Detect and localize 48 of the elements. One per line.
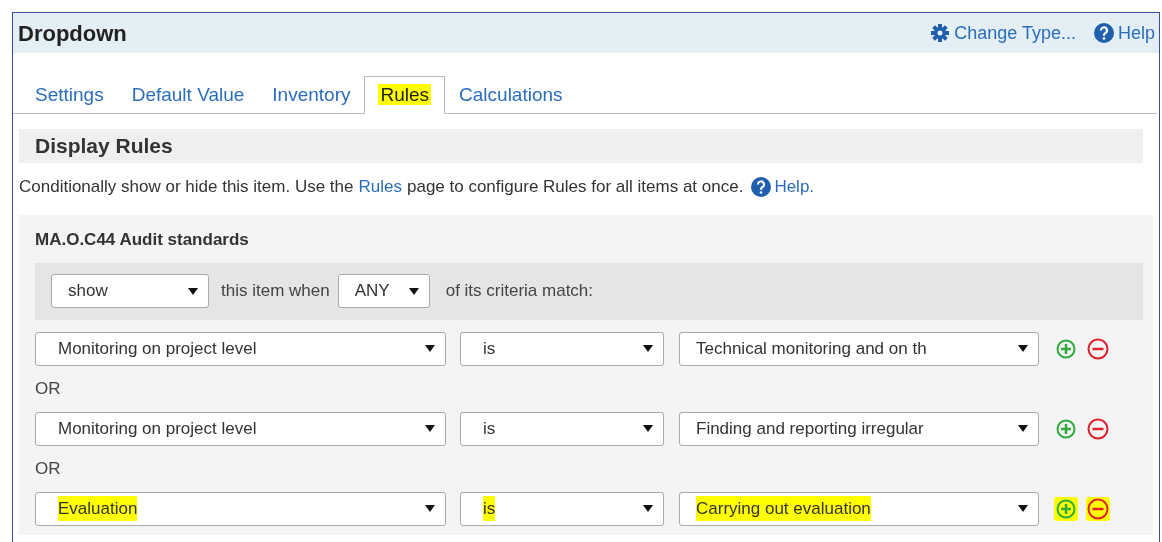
dropdown-field[interactable]: Monitoring on project level <box>35 331 446 366</box>
dropdown-field[interactable]: Technical monitoring and on th <box>679 331 1039 366</box>
dropdown-field[interactable]: ANY <box>337 274 430 308</box>
caret-icon <box>188 287 198 295</box>
tab[interactable]: Default Value <box>117 76 259 114</box>
tab[interactable]: Rules <box>364 76 446 114</box>
caret-icon <box>1018 345 1028 352</box>
section-title: Display Rules <box>35 133 173 160</box>
condition-text: of its criteria match: <box>445 280 594 303</box>
remove-button[interactable] <box>1086 416 1110 441</box>
highlight-mark: Evaluation <box>58 495 138 522</box>
dropdown-field[interactable]: show <box>51 274 209 308</box>
caret-icon <box>1018 425 1028 432</box>
caret-icon <box>425 345 435 352</box>
remove-button[interactable] <box>1086 496 1110 521</box>
help-link[interactable]: Help <box>1093 19 1155 47</box>
dropdown-field[interactable]: is <box>460 331 664 366</box>
help-link[interactable]: Help. <box>751 174 815 200</box>
caret-icon <box>425 425 435 432</box>
dropdown-field[interactable]: is <box>460 491 664 526</box>
add-button[interactable] <box>1054 496 1078 521</box>
window-title: Dropdown <box>18 19 127 48</box>
description-text: page to configure Rules for all items at once. <box>406 176 744 199</box>
description-text: Conditionally show or hide this item. Use the <box>19 176 354 199</box>
caret-icon <box>643 345 653 352</box>
dropdown-field[interactable]: Evaluation <box>35 491 446 526</box>
tab[interactable]: Settings <box>21 76 118 114</box>
dropdown-field[interactable]: Monitoring on project level <box>35 411 446 446</box>
caret-icon <box>1018 505 1028 512</box>
help-icon <box>751 177 772 197</box>
help-icon <box>1093 23 1114 43</box>
condition-text: this item when <box>221 280 330 303</box>
or-label: OR <box>35 457 61 480</box>
dropdown-field[interactable]: Finding and reporting irregular <box>679 411 1039 446</box>
caret-icon <box>643 425 653 432</box>
or-label: OR <box>35 377 61 400</box>
remove-button[interactable] <box>1086 336 1110 361</box>
caret-icon <box>408 287 419 295</box>
rules-link[interactable]: Rules <box>358 174 402 200</box>
change-type-link[interactable]: Change Type... <box>930 19 1076 47</box>
settings-icon <box>930 23 951 43</box>
rule-title: MA.O.C44 Audit standards <box>35 229 250 251</box>
dropdown-field[interactable]: Carrying out evaluation <box>679 491 1039 526</box>
dropdown-field[interactable]: is <box>460 411 664 446</box>
tab[interactable]: Inventory <box>258 76 365 114</box>
caret-icon <box>643 505 653 512</box>
caret-icon <box>425 505 435 512</box>
tab[interactable]: Calculations <box>445 76 577 114</box>
